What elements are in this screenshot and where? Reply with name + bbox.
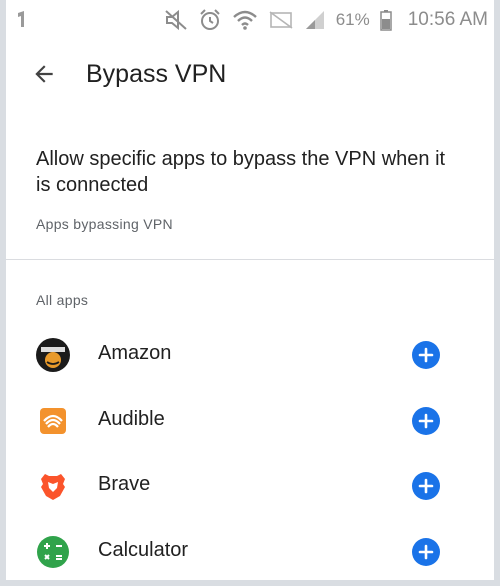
description-text: Allow specific apps to bypass the VPN wh… bbox=[36, 148, 446, 196]
add-circle-icon bbox=[418, 347, 434, 363]
list-item-brave[interactable]: Brave bbox=[6, 453, 494, 519]
add-calculator-button[interactable] bbox=[412, 537, 440, 566]
back-button[interactable] bbox=[28, 58, 60, 90]
signal-indicator-icon bbox=[16, 10, 26, 28]
list-item-amazon[interactable]: Amazon bbox=[6, 322, 494, 388]
divider bbox=[6, 259, 494, 260]
no-sim-icon bbox=[268, 10, 294, 30]
wifi-icon bbox=[232, 9, 258, 31]
battery-icon bbox=[379, 9, 392, 31]
apps-bypassing-header: Apps bypassing VPN bbox=[36, 216, 173, 232]
add-amazon-button[interactable] bbox=[412, 341, 440, 369]
clock: 10:56 AM bbox=[407, 9, 488, 30]
page-title: Bypass VPN bbox=[86, 60, 227, 88]
app-name: Brave bbox=[98, 473, 151, 495]
add-circle-icon bbox=[418, 478, 434, 494]
amazon-app-icon bbox=[36, 338, 70, 372]
list-item-audible[interactable]: Audible bbox=[6, 388, 494, 454]
app-list: Amazon Audible Brave Calculator bbox=[6, 322, 494, 584]
alarm-icon bbox=[198, 8, 222, 32]
add-circle-icon bbox=[418, 413, 434, 429]
brave-app-icon bbox=[36, 469, 70, 503]
mute-icon bbox=[164, 9, 188, 31]
app-name: Calculator bbox=[98, 538, 189, 561]
all-apps-header: All apps bbox=[36, 292, 89, 308]
app-name: Amazon bbox=[98, 342, 172, 364]
add-brave-button[interactable] bbox=[412, 472, 440, 500]
audible-app-icon bbox=[36, 404, 70, 438]
status-icons: 61% 10:56 AM bbox=[164, 6, 488, 34]
app-bar: Bypass VPN bbox=[6, 40, 494, 112]
add-audible-button[interactable] bbox=[412, 406, 440, 435]
calculator-app-icon bbox=[36, 535, 70, 569]
app-name: Audible bbox=[98, 407, 165, 430]
cell-signal-icon bbox=[304, 9, 326, 31]
battery-percent: 61% bbox=[335, 10, 370, 29]
arrow-back-icon bbox=[31, 61, 57, 87]
add-circle-icon bbox=[418, 544, 434, 560]
status-bar: 61% 10:56 AM bbox=[6, 0, 494, 40]
list-item-calculator[interactable]: Calculator bbox=[6, 519, 494, 585]
